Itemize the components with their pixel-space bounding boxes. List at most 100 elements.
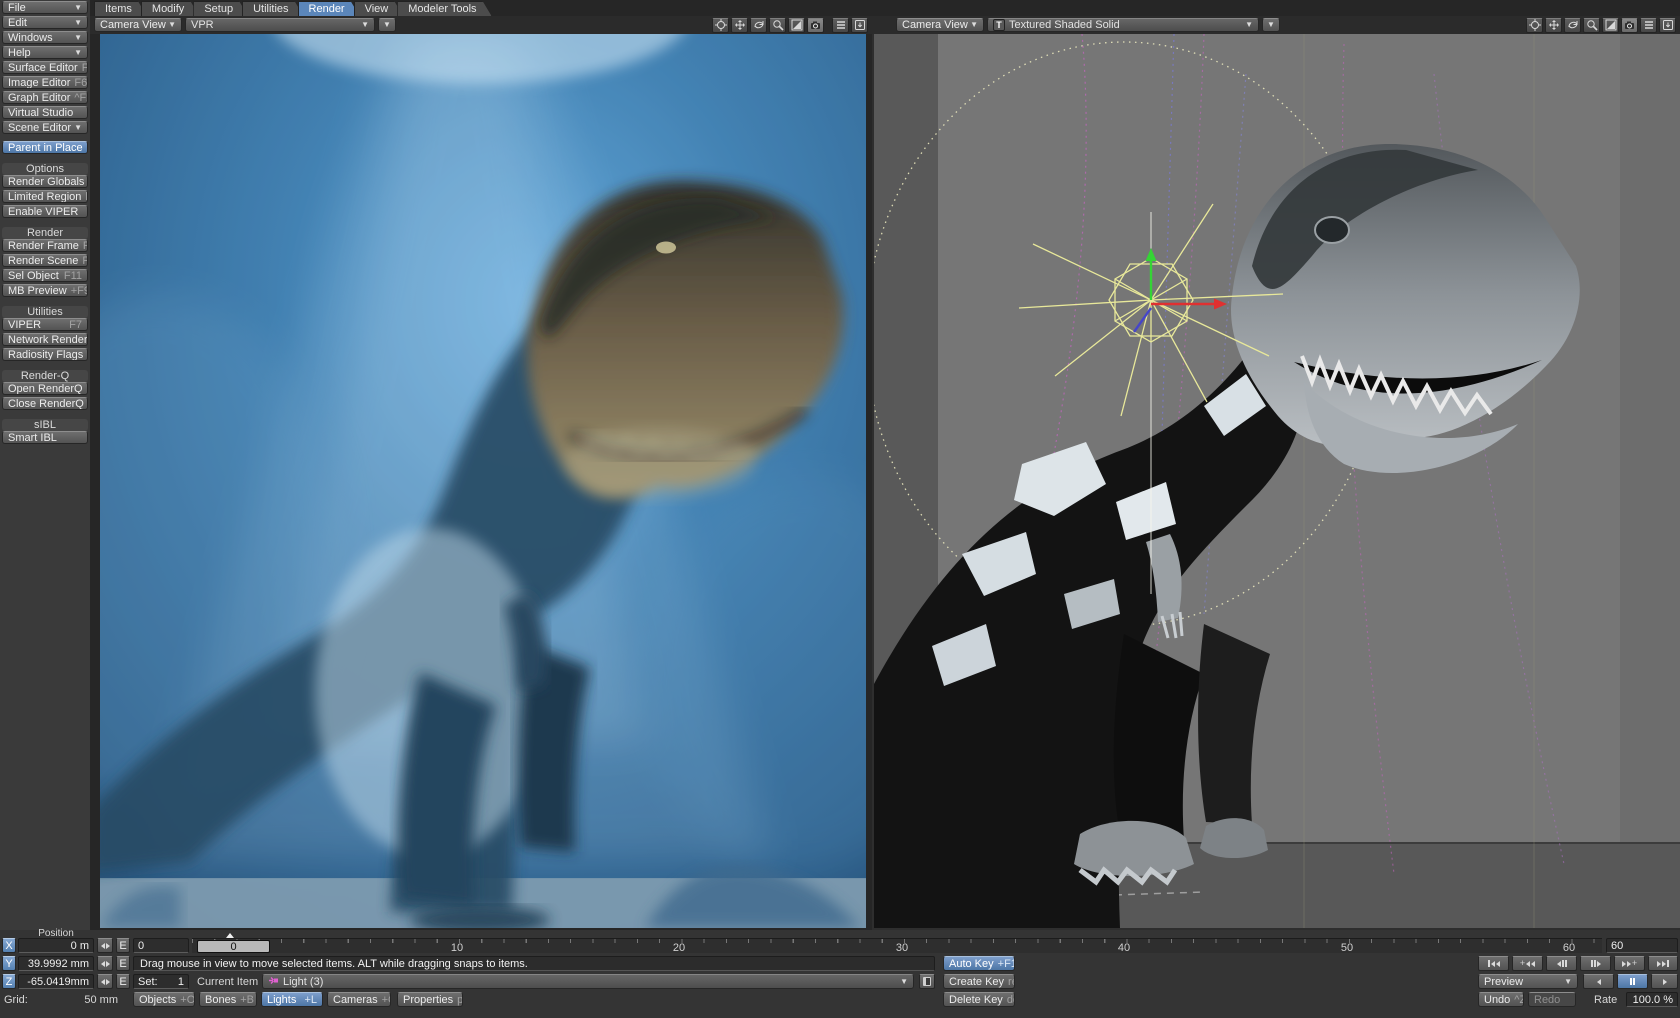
maximize-icon[interactable] bbox=[788, 18, 805, 33]
selection-count-field[interactable]: Set:1 bbox=[133, 974, 189, 989]
step-forward-button[interactable] bbox=[1580, 956, 1611, 971]
x-envelope-button[interactable]: E bbox=[116, 938, 130, 953]
cameras-mode-button[interactable]: Cameras+C bbox=[327, 992, 391, 1007]
play-reverse-button[interactable] bbox=[1583, 974, 1614, 989]
surface-editor-button[interactable]: Surface EditorF5 bbox=[2, 61, 88, 74]
prev-key-button[interactable]: + bbox=[1512, 956, 1543, 971]
camera-icon[interactable] bbox=[1621, 18, 1638, 33]
radiosity-flags-button[interactable]: Radiosity Flags bbox=[2, 348, 88, 361]
objects-mode-button[interactable]: Objects+O bbox=[133, 992, 195, 1007]
parent-in-place-button[interactable]: Parent in Place bbox=[2, 141, 88, 154]
timeline-ruler[interactable]: 10 20 30 40 50 60 0 bbox=[192, 938, 1602, 953]
layout-save-icon[interactable] bbox=[851, 18, 868, 33]
current-item-dropdown[interactable]: Light (3) ▼ bbox=[262, 974, 914, 989]
x-position-field[interactable]: 0 m bbox=[18, 938, 94, 953]
zoom-icon[interactable] bbox=[1583, 18, 1600, 33]
image-editor-button[interactable]: Image EditorF6 bbox=[2, 76, 88, 89]
view-type-dropdown[interactable]: Camera View▼ bbox=[896, 18, 984, 32]
render-scene-button[interactable]: Render SceneF10 bbox=[2, 254, 88, 267]
smart-ibl-button[interactable]: Smart IBL bbox=[2, 431, 88, 444]
tab-setup[interactable]: Setup bbox=[193, 1, 248, 16]
pause-button[interactable] bbox=[1617, 974, 1648, 989]
opengl-scene[interactable] bbox=[874, 34, 1680, 928]
tab-modify[interactable]: Modify bbox=[141, 1, 199, 16]
shading-mode-dropdown[interactable]: T Textured Shaded Solid▼ bbox=[987, 18, 1259, 32]
graph-editor-button[interactable]: Graph Editor^F2 bbox=[2, 91, 88, 104]
network-render-button[interactable]: Network Render bbox=[2, 333, 88, 346]
pan-icon[interactable] bbox=[1545, 18, 1562, 33]
properties-button[interactable]: Propertiesp bbox=[397, 992, 463, 1007]
camera-icon[interactable] bbox=[807, 18, 824, 33]
viper-button[interactable]: VIPERF7 bbox=[2, 318, 88, 331]
go-end-button[interactable] bbox=[1648, 956, 1678, 971]
y-axis-button[interactable]: Y bbox=[2, 956, 16, 971]
current-item-label: Current Item bbox=[197, 974, 258, 989]
render-frame-button[interactable]: Render FrameF9 bbox=[2, 239, 88, 252]
auto-key-button[interactable]: Auto Key+F1 bbox=[943, 956, 1015, 971]
tab-view[interactable]: View bbox=[354, 1, 404, 16]
viewport-right: Camera View▼ T Textured Shaded Solid▼ ▼ bbox=[872, 16, 1680, 930]
y-spinner[interactable] bbox=[97, 956, 113, 971]
step-back-button[interactable] bbox=[1546, 956, 1577, 971]
tab-modeler-tools[interactable]: Modeler Tools bbox=[397, 1, 491, 16]
rotate-icon[interactable] bbox=[1564, 18, 1581, 33]
enable-viper-button[interactable]: Enable VIPER bbox=[2, 205, 88, 218]
maximize-icon[interactable] bbox=[1602, 18, 1619, 33]
view-type-dropdown[interactable]: Camera View▼ bbox=[94, 18, 182, 32]
rotate-icon[interactable] bbox=[750, 18, 767, 33]
menu-icon[interactable] bbox=[832, 18, 849, 33]
z-spinner[interactable] bbox=[97, 974, 113, 989]
virtual-studio-button[interactable]: Virtual Studio bbox=[2, 106, 88, 119]
delete-key-button[interactable]: Delete Keydel bbox=[943, 992, 1015, 1007]
end-frame-field[interactable]: 60 bbox=[1606, 938, 1678, 953]
x-axis-button[interactable]: X bbox=[2, 938, 16, 953]
viewport-options-dropdown[interactable]: ▼ bbox=[378, 18, 396, 32]
rate-field[interactable]: 100.0 % bbox=[1626, 992, 1678, 1007]
mb-preview-button[interactable]: MB Preview+F9 bbox=[2, 284, 88, 297]
scene-editor-button[interactable]: Scene Editor▼ bbox=[2, 121, 88, 134]
vpr-render-scene[interactable] bbox=[100, 34, 866, 928]
current-frame-field[interactable]: 0 bbox=[133, 938, 189, 953]
create-key-button[interactable]: Create Keyret bbox=[943, 974, 1015, 989]
undo-button[interactable]: Undo^Z bbox=[1478, 992, 1524, 1007]
bones-mode-button[interactable]: Bones+B bbox=[199, 992, 257, 1007]
center-item-icon[interactable] bbox=[712, 18, 729, 33]
menu-windows[interactable]: Windows▼ bbox=[2, 31, 88, 44]
sel-object-button[interactable]: Sel ObjectF11 bbox=[2, 269, 88, 282]
item-properties-button[interactable] bbox=[919, 974, 935, 989]
render-globals-button[interactable]: Render Globals bbox=[2, 175, 88, 188]
z-envelope-button[interactable]: E bbox=[116, 974, 130, 989]
tab-utilities[interactable]: Utilities bbox=[242, 1, 303, 16]
close-renderq-button[interactable]: Close RenderQ bbox=[2, 397, 88, 410]
layout-save-icon[interactable] bbox=[1659, 18, 1676, 33]
chevron-down-icon: ▼ bbox=[74, 4, 82, 12]
tab-items[interactable]: Items bbox=[94, 1, 147, 16]
group-title-renderq: Render-Q bbox=[2, 370, 88, 382]
z-axis-button[interactable]: Z bbox=[2, 974, 16, 989]
menu-file[interactable]: File▼ bbox=[2, 1, 88, 14]
zoom-icon[interactable] bbox=[769, 18, 786, 33]
lights-mode-button[interactable]: Lights+L bbox=[261, 992, 323, 1007]
open-renderq-button[interactable]: Open RenderQ bbox=[2, 382, 88, 395]
next-key-button[interactable]: + bbox=[1614, 956, 1645, 971]
tab-render[interactable]: Render bbox=[298, 1, 360, 16]
play-forward-button[interactable] bbox=[1651, 974, 1678, 989]
z-position-field[interactable]: -65.0419mm bbox=[18, 974, 94, 989]
menu-icon[interactable] bbox=[1640, 18, 1657, 33]
chevron-down-icon: ▼ bbox=[900, 978, 908, 986]
menu-help[interactable]: Help▼ bbox=[2, 46, 88, 59]
preview-dropdown[interactable]: Preview▼ bbox=[1478, 974, 1578, 989]
viewport-options-dropdown[interactable]: ▼ bbox=[1262, 18, 1280, 32]
x-spinner[interactable] bbox=[97, 938, 113, 953]
y-envelope-button[interactable]: E bbox=[116, 956, 130, 971]
ruler-label: 10 bbox=[451, 942, 463, 954]
shading-mode-dropdown[interactable]: VPR▼ bbox=[185, 18, 375, 32]
frame-slider-handle[interactable]: 0 bbox=[197, 940, 270, 953]
limited-region-button[interactable]: Limited Regionl bbox=[2, 190, 88, 203]
redo-button[interactable]: Redo bbox=[1528, 992, 1576, 1007]
go-start-button[interactable] bbox=[1478, 956, 1509, 971]
y-position-field[interactable]: 39.9992 mm bbox=[18, 956, 94, 971]
center-item-icon[interactable] bbox=[1526, 18, 1543, 33]
menu-edit[interactable]: Edit▼ bbox=[2, 16, 88, 29]
pan-icon[interactable] bbox=[731, 18, 748, 33]
